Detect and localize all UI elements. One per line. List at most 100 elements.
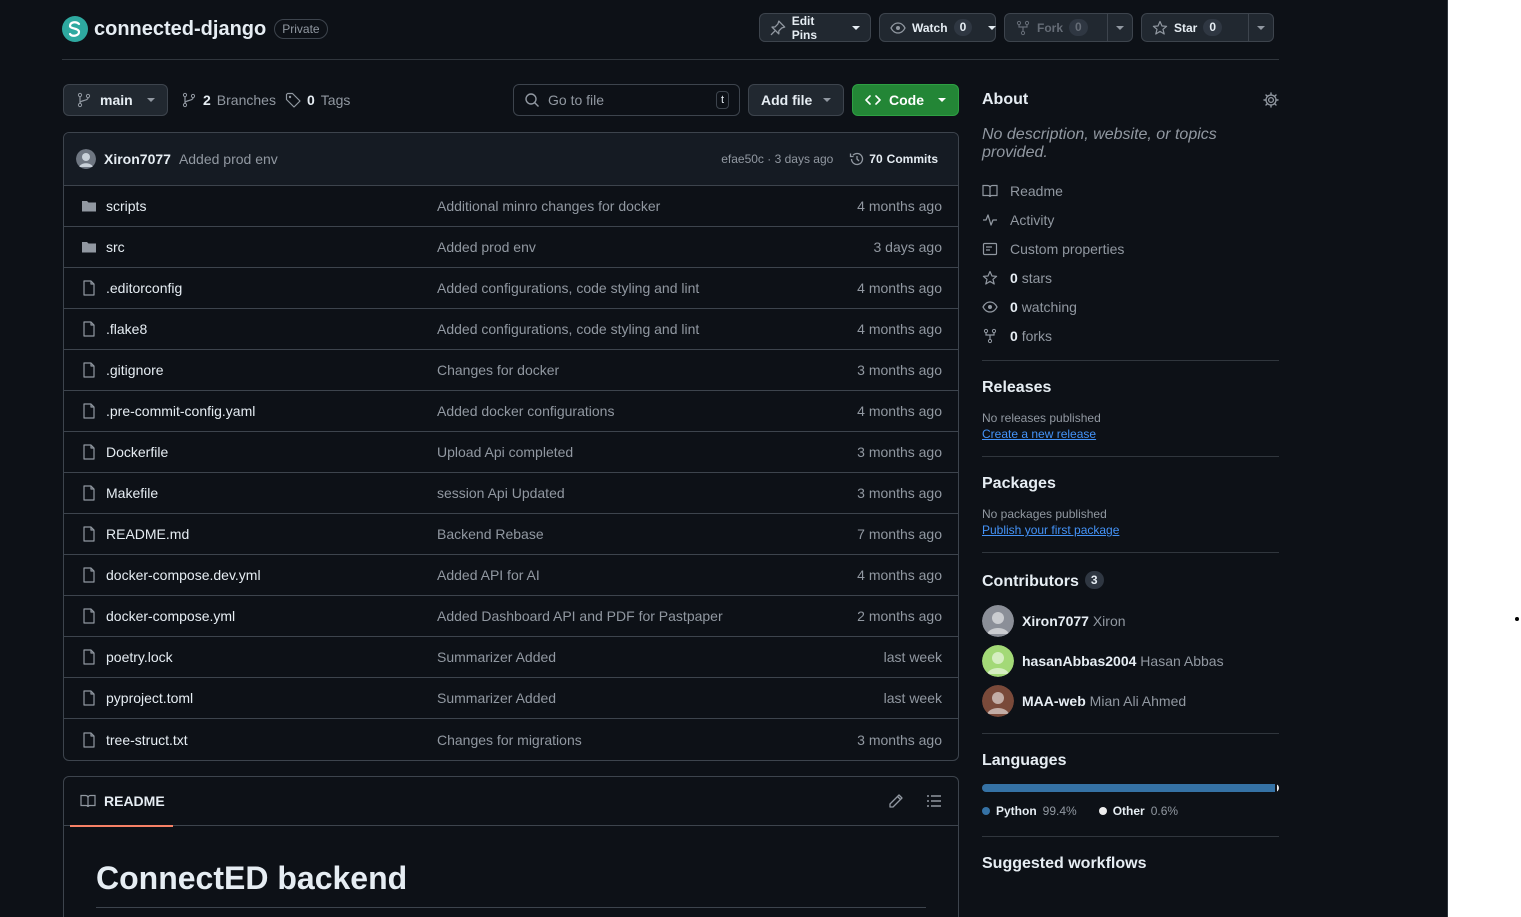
file-commit-message[interactable]: Added Dashboard API and PDF for Pastpape… [437,608,723,624]
file-name-link[interactable]: .flake8 [106,321,147,337]
star-button[interactable]: Star 0 [1142,14,1242,41]
publish-package-link[interactable]: Publish your first package [982,523,1119,537]
go-to-file-input[interactable]: Go to file t [513,84,740,116]
contributors-title[interactable]: Contributors 3 [982,571,1279,591]
about-link-forks[interactable]: 0 forks [982,321,1279,350]
file-name-link[interactable]: poetry.lock [106,649,173,665]
file-commit-message[interactable]: Added docker configurations [437,403,614,419]
file-row[interactable]: docker-compose.dev.yml Added API for AI 4 … [64,555,958,596]
file-row[interactable]: Dockerfile Upload Api completed 3 months a… [64,432,958,473]
commit-message[interactable]: Added prod env [179,151,278,167]
language-bar-segment [982,784,1276,792]
about-link-readme[interactable]: Readme [982,176,1279,205]
watch-button[interactable]: Watch 0 [880,14,982,41]
file-commit-message[interactable]: Changes for migrations [437,732,582,748]
avatar[interactable] [982,605,1014,637]
file-row[interactable]: src Added prod env 3 days ago [64,227,958,268]
edit-pins-button[interactable]: Edit Pins [759,13,871,42]
pencil-icon[interactable] [888,793,904,809]
file-name-link[interactable]: .editorconfig [106,280,182,296]
repo-avatar [62,16,88,42]
file-commit-message[interactable]: Added prod env [437,239,536,255]
file-row[interactable]: .flake8 Added configurations, code stylin… [64,309,958,350]
commit-hash-date[interactable]: efae50c · 3 days ago [721,152,833,166]
file-row[interactable]: pyproject.toml Summarizer Added last week [64,678,958,719]
file-commit-message[interactable]: session Api Updated [437,485,565,501]
gear-icon[interactable] [1263,92,1279,108]
avatar[interactable] [76,149,96,169]
search-icon [525,93,539,107]
file-row[interactable]: poetry.lock Summarizer Added last week [64,637,958,678]
readme-heading-rule [96,907,926,908]
fork-dropdown[interactable] [1107,14,1132,41]
file-name-link[interactable]: tree-struct.txt [106,732,188,748]
file-commit-message[interactable]: Summarizer Added [437,690,556,706]
file-row[interactable]: tree-struct.txt Changes for migrations 3 m… [64,719,958,760]
star-dropdown[interactable] [1248,14,1273,41]
readme-tools [888,793,942,809]
commits-history-link[interactable]: 70 Commits [849,151,938,167]
file-row[interactable]: .gitignore Changes for docker 3 months ago [64,350,958,391]
releases-title[interactable]: Releases [982,379,1279,397]
file-row[interactable]: Makefile session Api Updated 3 months ago [64,473,958,514]
file-row[interactable]: scripts Additional minro changes for dock… [64,186,958,227]
about-link-stars[interactable]: 0 stars [982,263,1279,292]
commit-author[interactable]: Xiron7077 [104,151,171,167]
file-name-link[interactable]: pyproject.toml [106,690,193,706]
file-row[interactable]: .pre-commit-config.yaml Added docker conf… [64,391,958,432]
file-name-link[interactable]: .pre-commit-config.yaml [106,403,255,419]
avatar[interactable] [982,685,1014,717]
contributor-login[interactable]: hasanAbbas2004 [1022,653,1136,669]
file-row[interactable]: README.md Backend Rebase 7 months ago [64,514,958,555]
file-name-link[interactable]: src [106,239,125,255]
code-button[interactable]: Code [852,84,959,116]
file-row[interactable]: docker-compose.yml Added Dashboard API an… [64,596,958,637]
contributor-full-name: Xiron [1092,613,1126,629]
branch-selector[interactable]: main [63,84,168,116]
file-commit-message[interactable]: Upload Api completed [437,444,573,460]
file-commit-message[interactable]: Additional minro changes for docker [437,198,660,214]
watch-dropdown[interactable] [988,14,1004,41]
language-color-dot [1098,807,1107,815]
file-name-link[interactable]: README.md [106,526,189,542]
branches-label: Branches [216,92,276,108]
file-commit-message[interactable]: Added configurations, code styling and l… [437,321,699,337]
contributor-item[interactable]: hasanAbbas2004 Hasan Abbas [982,641,1279,681]
file-commit-message[interactable]: Added API for AI [437,567,540,583]
fork-button[interactable]: Fork 0 [1005,14,1101,41]
contributor-login[interactable]: Xiron7077 [1022,613,1089,629]
repo-name-link[interactable]: connected-django [94,18,266,41]
file-commit-message[interactable]: Changes for docker [437,362,559,378]
file-commit-date: 3 months ago [857,485,942,501]
about-link-activity[interactable]: Activity [982,205,1279,234]
file-name-link[interactable]: docker-compose.dev.yml [106,567,261,583]
add-file-button[interactable]: Add file [748,84,844,116]
latest-commit-bar: Xiron7077 Added prod env efae50c · 3 day… [64,133,958,186]
file-name-link[interactable]: scripts [106,198,146,214]
language-legend-item[interactable]: Other 0.6% [1098,804,1178,818]
contributors-title-text: Contributors [982,573,1079,590]
file-name-link[interactable]: .gitignore [106,362,164,378]
branches-link[interactable]: 2 Branches [181,84,276,116]
file-name-link[interactable]: Dockerfile [106,444,168,460]
contributor-login[interactable]: MAA-web [1022,693,1086,709]
file-name-link[interactable]: docker-compose.yml [106,608,235,624]
file-row[interactable]: .editorconfig Added configurations, code … [64,268,958,309]
contributor-item[interactable]: MAA-web Mian Ali Ahmed [982,681,1279,721]
file-commit-message[interactable]: Added configurations, code styling and l… [437,280,699,296]
file-commit-message[interactable]: Summarizer Added [437,649,556,665]
outline-list-icon[interactable] [926,793,942,809]
about-link-watching[interactable]: 0 watching [982,292,1279,321]
file-commit-message[interactable]: Backend Rebase [437,526,544,542]
about-link-custom-properties[interactable]: Custom properties [982,234,1279,263]
contributor-item[interactable]: Xiron7077 Xiron [982,601,1279,641]
language-legend-item[interactable]: Python 99.4% [982,804,1077,818]
file-commit-date: 7 months ago [857,526,942,542]
packages-title[interactable]: Packages [982,475,1279,493]
avatar[interactable] [982,645,1014,677]
file-name-link[interactable]: Makefile [106,485,158,501]
create-release-link[interactable]: Create a new release [982,427,1096,441]
tags-link[interactable]: 0 Tags [285,84,350,116]
readme-tab[interactable]: README [70,777,173,827]
star-label: Star [1174,20,1198,35]
